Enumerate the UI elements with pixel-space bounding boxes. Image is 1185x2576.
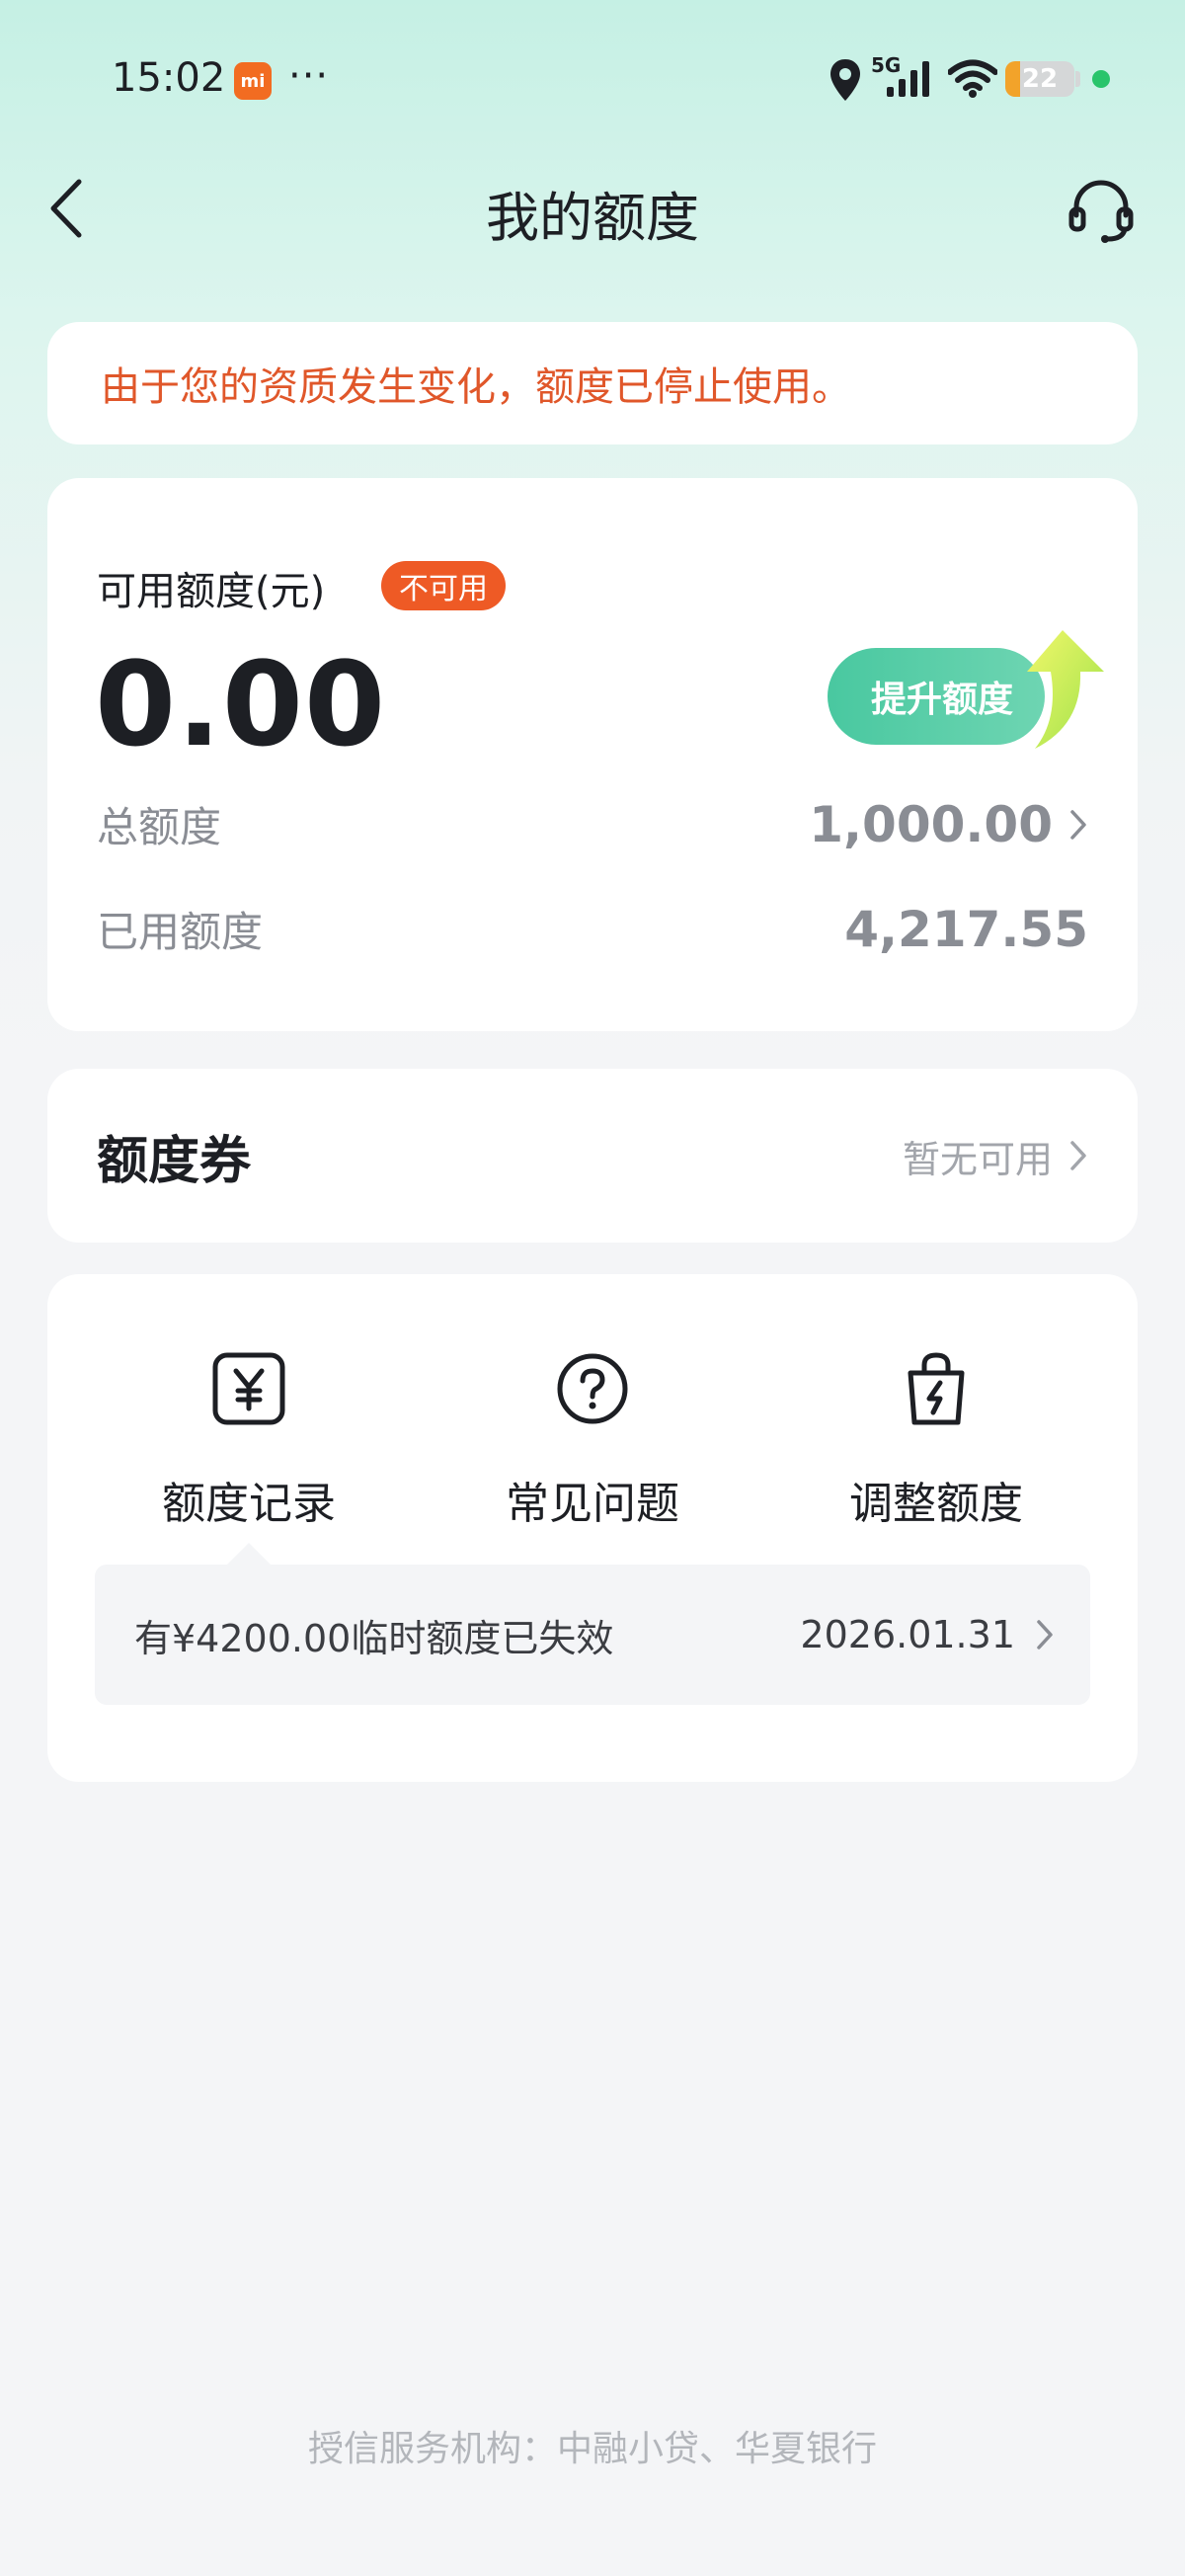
chevron-right-icon: [1070, 809, 1086, 840]
quota-coupon-title: 额度券: [97, 1131, 252, 1191]
battery-tip: [1075, 71, 1080, 87]
more-notifications-icon: ···: [288, 53, 330, 99]
unavailable-badge: 不可用: [381, 561, 506, 610]
raise-quota-label: 提升额度: [871, 680, 1014, 720]
actions-card: 额度记录 常见问题 调整额度 有¥4200.00临时额度已失效 2026.01.…: [47, 1274, 1138, 1782]
adjust-quota-label: 调整额度: [849, 1479, 1023, 1529]
privacy-indicator-dot: [1092, 70, 1110, 88]
credit-institution-footer: 授信服务机构：中融小贷、华夏银行: [307, 2429, 877, 2469]
used-quota-label: 已用额度: [97, 908, 264, 956]
yuan-record-icon: [212, 1352, 285, 1425]
expired-temp-quota-row[interactable]: 有¥4200.00临时额度已失效 2026.01.31: [95, 1565, 1090, 1705]
chevron-right-icon: [1070, 1141, 1086, 1170]
adjust-quota-button[interactable]: 调整额度: [788, 1274, 1084, 1561]
faq-label: 常见问题: [506, 1479, 679, 1529]
available-quota-label: 可用额度(元): [97, 569, 326, 614]
mi-app-icon: mi: [234, 62, 272, 100]
arrow-up-icon: [1027, 630, 1104, 749]
status-notice-text: 由于您的资质发生变化，额度已停止使用。: [101, 364, 851, 410]
battery-icon: 22: [1005, 61, 1074, 97]
location-icon: [830, 59, 860, 101]
available-quota-value: 0.00: [95, 636, 387, 772]
quota-card: 可用额度(元) 不可用 0.00 提升额度 总额度 1,000.00 已用额度 …: [47, 478, 1138, 1031]
expired-temp-quota-date: 2026.01.31: [800, 1613, 1015, 1656]
expired-temp-quota-text: 有¥4200.00临时额度已失效: [134, 1616, 614, 1660]
quota-record-label: 额度记录: [162, 1479, 336, 1529]
faq-button[interactable]: 常见问题: [444, 1274, 741, 1561]
total-quota-row[interactable]: 总额度 1,000.00: [97, 794, 1088, 854]
used-quota-value: 4,217.55: [844, 900, 1088, 958]
mi-label: mi: [240, 70, 266, 92]
status-time: 15:02: [112, 55, 226, 101]
signal-icon: [887, 61, 929, 97]
status-notice-card: 由于您的资质发生变化，额度已停止使用。: [47, 322, 1138, 444]
wifi-icon: [948, 59, 997, 98]
total-quota-value: 1,000.00: [809, 795, 1053, 853]
battery-level: 22: [1021, 64, 1059, 94]
quota-coupon-card[interactable]: 额度券 暂无可用: [47, 1069, 1138, 1243]
customer-service-icon[interactable]: [1066, 176, 1136, 245]
question-icon: [557, 1353, 628, 1424]
chevron-right-icon: [1037, 1620, 1053, 1650]
tip-pointer: [227, 1543, 271, 1565]
status-bar: 15:02 mi ··· 5G 22: [0, 0, 1185, 158]
total-quota-label: 总额度: [97, 803, 222, 851]
used-quota-row: 已用额度 4,217.55: [97, 899, 1088, 959]
back-arrow-icon[interactable]: [47, 178, 87, 239]
bag-lightning-icon: [908, 1352, 965, 1425]
page-title: 我的额度: [486, 187, 699, 249]
quota-coupon-status: 暂无可用: [902, 1137, 1053, 1181]
quota-record-button[interactable]: 额度记录: [101, 1274, 397, 1561]
